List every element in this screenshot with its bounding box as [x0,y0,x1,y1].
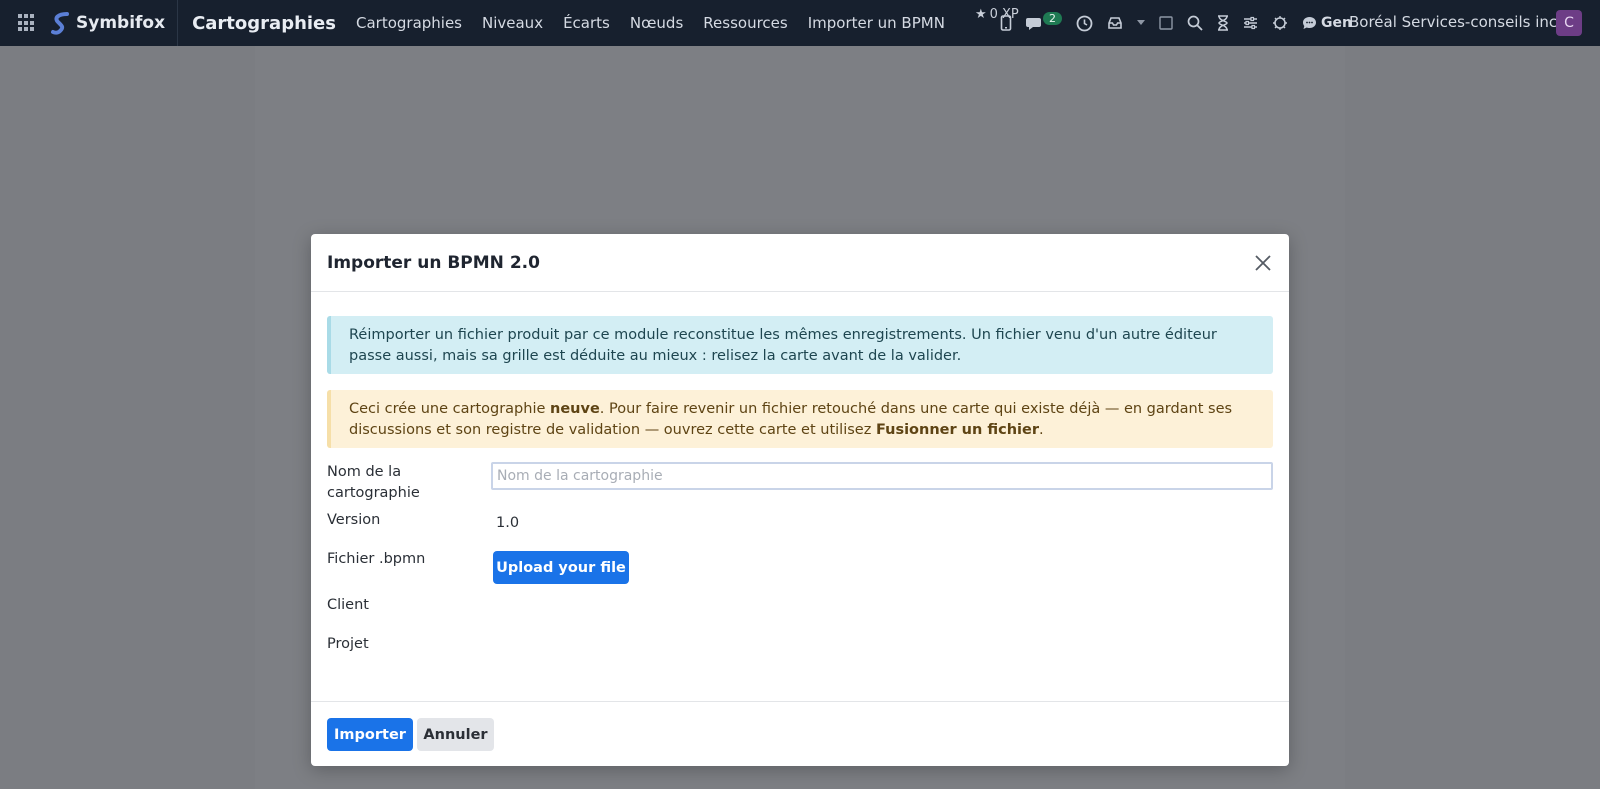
hourglass-icon[interactable] [1217,15,1229,31]
clock-icon[interactable] [1076,15,1093,32]
comment-icon [1303,17,1316,29]
nav-importer-bpmn[interactable]: Importer un BPMN [808,14,945,32]
nav-noeuds[interactable]: Nœuds [630,14,683,32]
dialog-title: Importer un BPMN 2.0 [327,252,540,273]
upload-file-button[interactable]: Upload your file [493,551,629,584]
warning-bold-new: neuve [550,401,600,417]
gen-button[interactable]: Gen [1302,15,1352,31]
square-icon[interactable] [1159,16,1173,30]
nav-ecarts[interactable]: Écarts [563,14,610,32]
messages-badge: 2 [1043,11,1062,25]
version-value[interactable]: 1.0 [496,515,519,531]
search-icon[interactable] [1187,15,1203,31]
dialog-footer: Importer Annuler [311,701,1289,766]
warning-alert: Ceci crée une cartographie neuve. Pour f… [327,390,1273,448]
inbox-icon[interactable] [1107,16,1123,30]
symbifox-logo-icon [51,12,69,35]
systray: 2 Gen [1000,0,1352,46]
dialog-header: Importer un BPMN 2.0 [311,234,1289,292]
avatar[interactable]: C [1556,10,1582,36]
warning-text-3: . [1039,422,1044,438]
cancel-button[interactable]: Annuler [417,718,494,751]
caret-down-icon[interactable] [1137,20,1145,26]
name-label: Nom de la cartographie [327,464,420,501]
main-nav: Cartographies Niveaux Écarts Nœuds Resso… [356,14,945,32]
nav-niveaux[interactable]: Niveaux [482,14,543,32]
app-title[interactable]: Cartographies [192,13,336,34]
nav-cartographies[interactable]: Cartographies [356,14,462,32]
gen-label: Gen [1321,15,1352,31]
star-icon: ★ [974,6,987,22]
info-alert: Réimporter un fichier produit par ce mod… [327,316,1273,374]
close-icon[interactable] [1253,253,1273,273]
chat-icon[interactable]: 2 [1026,11,1062,31]
apps-icon[interactable] [18,14,36,32]
warning-text-1: Ceci crée une cartographie [349,401,551,417]
dialog-body: Réimporter un fichier produit par ce mod… [311,292,1289,704]
info-alert-text: Réimporter un fichier produit par ce mod… [349,327,1217,364]
bug-icon[interactable] [1272,15,1288,31]
client-label: Client [327,597,369,613]
warning-bold-merge: Fusionner un fichier [875,422,1039,438]
company-switcher[interactable]: Boréal Services-conseils inc. [1349,13,1562,31]
nav-ressources[interactable]: Ressources [703,14,787,32]
top-navbar: Symbifox Cartographies Cartographies Niv… [0,0,1600,46]
import-bpmn-dialog: Importer un BPMN 2.0 Réimporter un fichi… [311,234,1289,766]
name-input[interactable] [491,462,1273,490]
brand[interactable]: Symbifox [50,0,179,46]
import-button[interactable]: Importer [327,718,413,751]
project-label: Projet [327,636,369,652]
brand-name: Symbifox [76,13,166,33]
file-label: Fichier .bpmn [327,551,426,567]
version-label: Version [327,512,381,528]
mobile-icon[interactable] [1000,15,1012,31]
sliders-icon[interactable] [1243,16,1258,30]
